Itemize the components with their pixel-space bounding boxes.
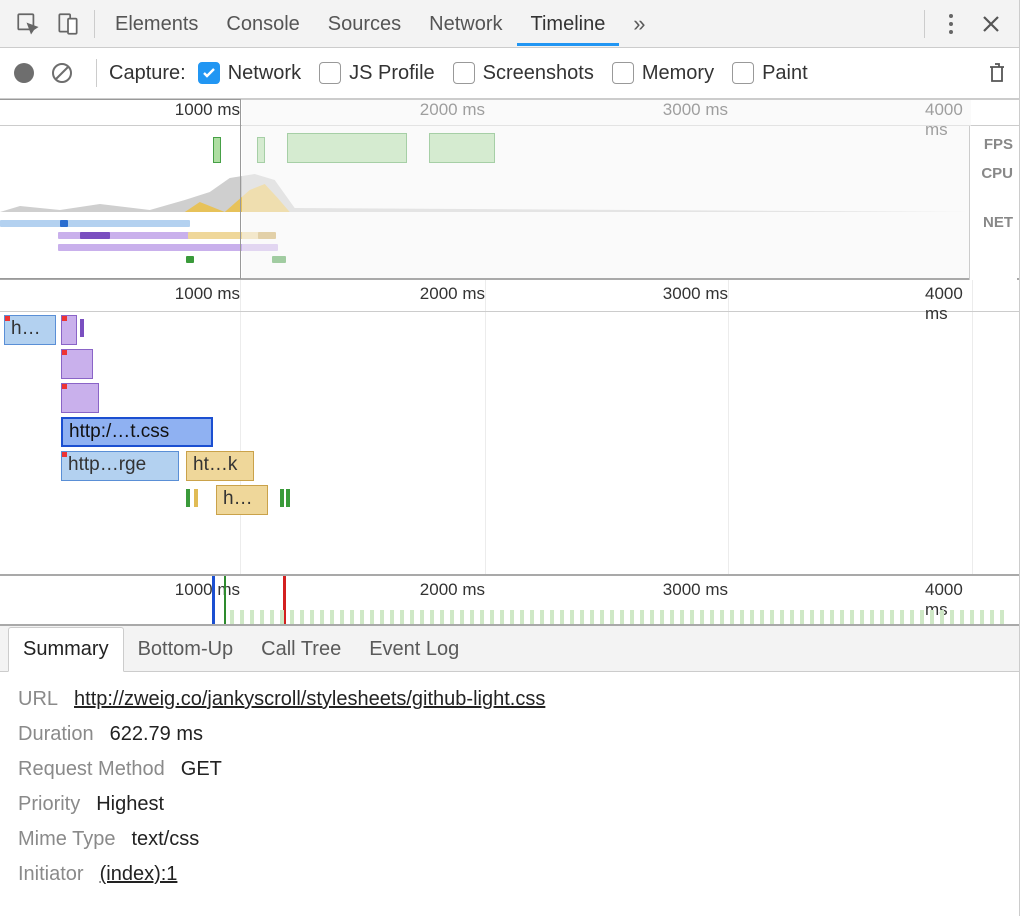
timing-marks-strip[interactable]: 1000 ms 2000 ms 3000 ms 4000 ms bbox=[0, 576, 1019, 626]
capture-memory-label: Memory bbox=[642, 62, 714, 85]
ruler-tick: 2000 ms bbox=[420, 284, 485, 304]
tab-eventlog[interactable]: Event Log bbox=[355, 628, 473, 671]
record-button[interactable] bbox=[14, 63, 34, 83]
kebab-menu-icon[interactable] bbox=[931, 6, 971, 42]
tab-sources[interactable]: Sources bbox=[314, 1, 415, 46]
detail-mime-label: Mime Type bbox=[18, 828, 115, 851]
detail-url-link[interactable]: http://zweig.co/jankyscroll/stylesheets/… bbox=[74, 688, 545, 711]
cpu-label: CPU bbox=[970, 155, 1017, 184]
timing-mark-blue bbox=[212, 576, 215, 624]
request-label: h… bbox=[223, 488, 253, 509]
network-request-bar[interactable]: h… bbox=[4, 315, 56, 345]
network-request-bar[interactable] bbox=[61, 349, 93, 379]
detail-url-label: URL bbox=[18, 688, 58, 711]
trash-icon[interactable] bbox=[987, 61, 1011, 85]
separator bbox=[96, 59, 97, 87]
capture-label: Capture: bbox=[109, 62, 186, 85]
tab-elements[interactable]: Elements bbox=[101, 1, 212, 46]
tab-console[interactable]: Console bbox=[212, 1, 313, 46]
tab-calltree[interactable]: Call Tree bbox=[247, 628, 355, 671]
timing-mark-green bbox=[224, 576, 226, 624]
capture-paint-checkbox[interactable]: Paint bbox=[732, 62, 808, 85]
tab-timeline[interactable]: Timeline bbox=[517, 1, 620, 46]
separator bbox=[94, 10, 95, 38]
capture-memory-checkbox[interactable]: Memory bbox=[612, 62, 714, 85]
tab-bottomup[interactable]: Bottom-Up bbox=[124, 628, 248, 671]
request-label: http…rge bbox=[68, 454, 146, 475]
ruler-tick: 3000 ms bbox=[663, 284, 728, 304]
details-tabbar: Summary Bottom-Up Call Tree Event Log bbox=[0, 626, 1019, 672]
request-label: http:/…t.css bbox=[69, 421, 169, 442]
detail-initiator-label: Initiator bbox=[18, 863, 84, 886]
network-request-bar[interactable] bbox=[61, 383, 99, 413]
devtools-tabbar: Elements Console Sources Network Timelin… bbox=[0, 0, 1019, 48]
timeline-toolbar: Capture: Network JS Profile Screenshots … bbox=[0, 48, 1019, 100]
ruler-tick: 2000 ms bbox=[420, 580, 485, 600]
detail-priority-value: Highest bbox=[96, 793, 164, 816]
close-icon[interactable] bbox=[971, 6, 1011, 42]
overview-selection-handle[interactable] bbox=[0, 100, 240, 278]
net-label: NET bbox=[970, 184, 1017, 233]
capture-network-checkbox[interactable]: Network bbox=[198, 62, 301, 85]
detail-initiator-link[interactable]: (index):1 bbox=[100, 863, 178, 886]
frame-ticks bbox=[230, 610, 1009, 624]
detail-method-value: GET bbox=[181, 758, 222, 781]
more-tabs-chevron-icon[interactable]: » bbox=[619, 6, 659, 42]
capture-jsprofile-checkbox[interactable]: JS Profile bbox=[319, 62, 435, 85]
request-label: ht…k bbox=[193, 454, 237, 475]
network-request-bar[interactable] bbox=[61, 315, 77, 345]
overview-track-labels: FPS CPU NET bbox=[969, 126, 1017, 280]
detail-priority-label: Priority bbox=[18, 793, 80, 816]
ruler-tick: 3000 ms bbox=[663, 580, 728, 600]
request-label: h… bbox=[11, 318, 41, 339]
main-ruler[interactable]: 1000 ms 2000 ms 3000 ms 4000 ms bbox=[0, 280, 1019, 312]
fps-label: FPS bbox=[970, 126, 1017, 155]
capture-paint-label: Paint bbox=[762, 62, 808, 85]
inspect-icon[interactable] bbox=[8, 6, 48, 42]
summary-panel: URL http://zweig.co/jankyscroll/styleshe… bbox=[0, 672, 1019, 896]
detail-method-label: Request Method bbox=[18, 758, 165, 781]
clear-icon[interactable] bbox=[48, 59, 76, 87]
detail-duration-label: Duration bbox=[18, 723, 94, 746]
detail-duration-value: 622.79 ms bbox=[110, 723, 203, 746]
overview-strip[interactable]: 1000 ms 2000 ms 3000 ms 4000 ms FPS CPU … bbox=[0, 100, 1019, 280]
device-toggle-icon[interactable] bbox=[48, 6, 88, 42]
overview-mask bbox=[242, 100, 971, 278]
network-request-bar-selected[interactable]: http:/…t.css bbox=[61, 417, 213, 447]
tab-summary[interactable]: Summary bbox=[8, 627, 124, 672]
flamechart-panel[interactable]: 1000 ms 2000 ms 3000 ms 4000 ms h… http:… bbox=[0, 280, 1019, 576]
ruler-tick: 1000 ms bbox=[175, 284, 240, 304]
capture-jsprofile-label: JS Profile bbox=[349, 62, 435, 85]
ruler-tick: 1000 ms bbox=[175, 580, 240, 600]
capture-network-label: Network bbox=[228, 62, 301, 85]
tab-network[interactable]: Network bbox=[415, 1, 516, 46]
capture-screenshots-label: Screenshots bbox=[483, 62, 594, 85]
network-request-bar[interactable]: ht…k bbox=[186, 451, 254, 481]
network-request-bar[interactable]: http…rge bbox=[61, 451, 179, 481]
detail-mime-value: text/css bbox=[131, 828, 199, 851]
separator bbox=[924, 10, 925, 38]
network-request-bar[interactable]: h… bbox=[216, 485, 268, 515]
capture-screenshots-checkbox[interactable]: Screenshots bbox=[453, 62, 594, 85]
